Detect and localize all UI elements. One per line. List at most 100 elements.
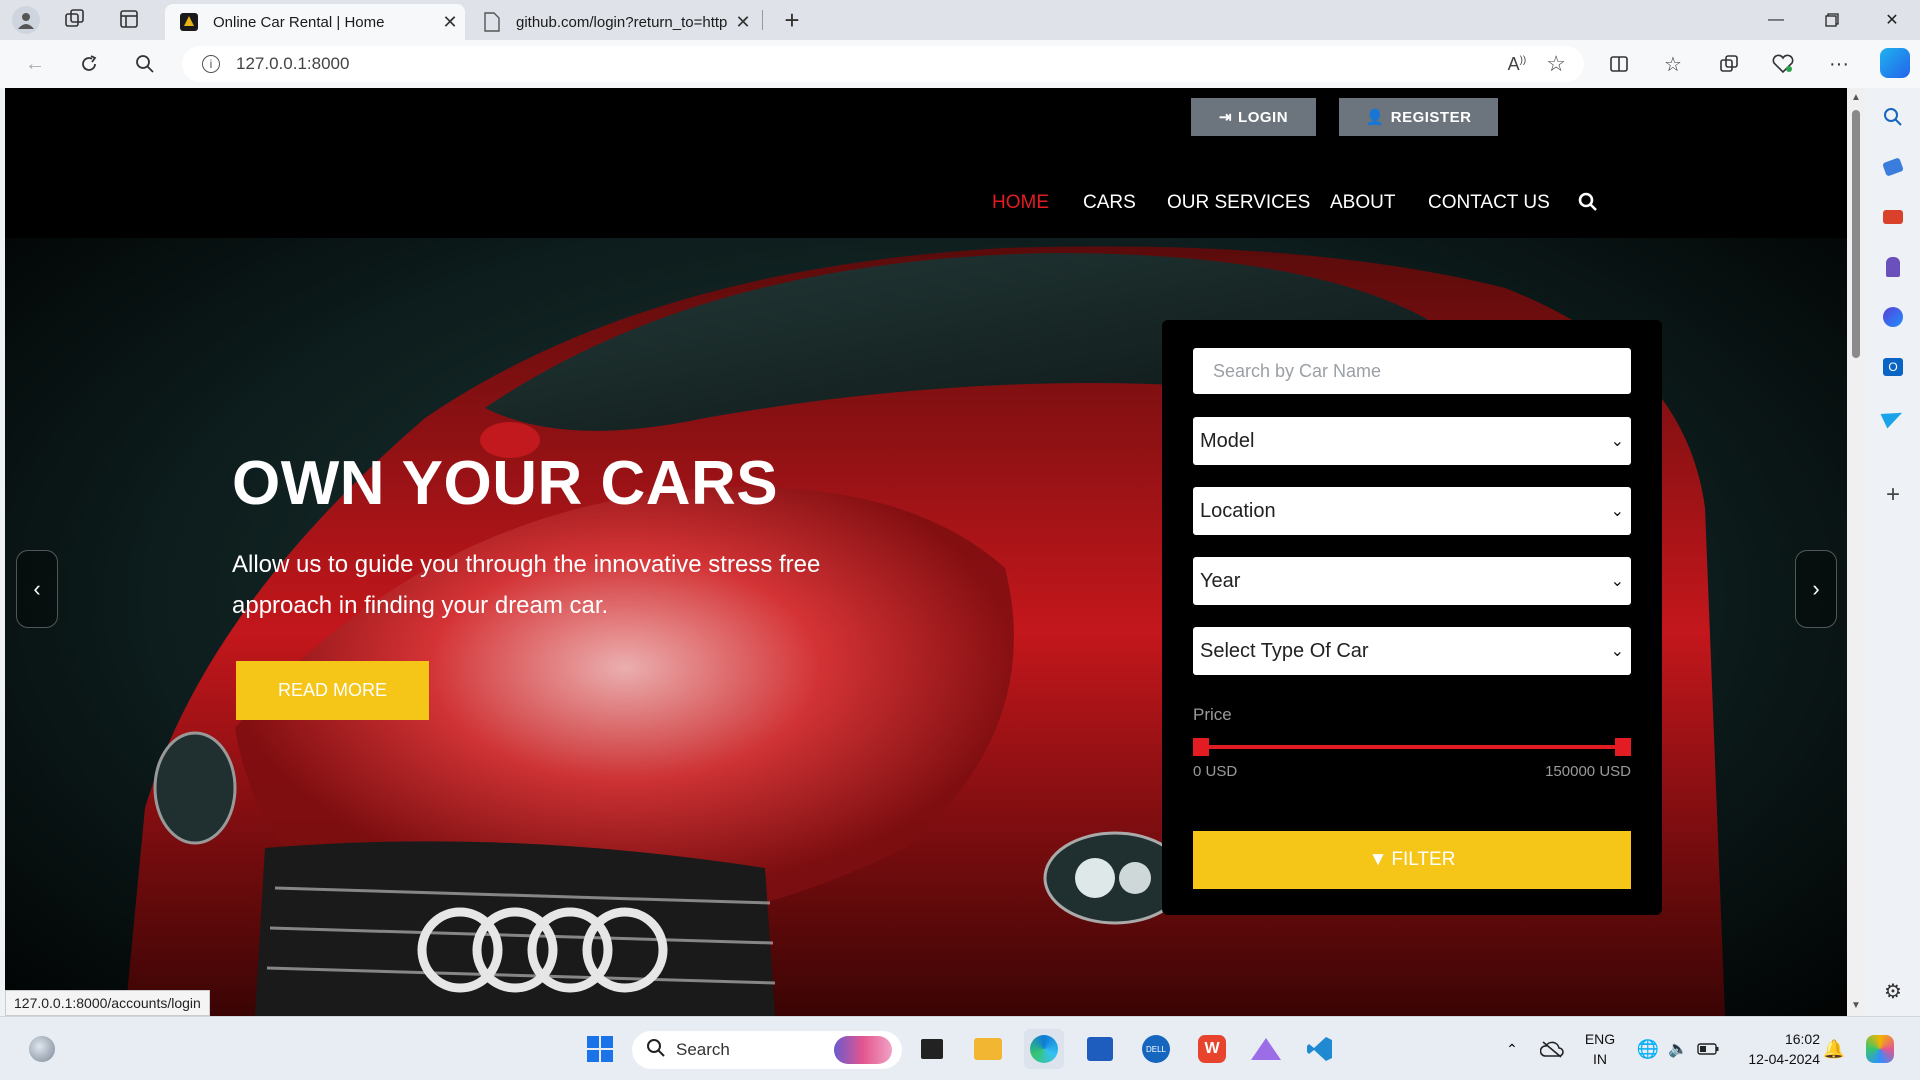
start-icon[interactable] xyxy=(580,1029,620,1069)
browser-toolbar: ← i 127.0.0.1:8000 A)) ☆ ☆ ··· xyxy=(0,40,1920,88)
read-aloud-icon[interactable]: A)) xyxy=(1508,54,1527,75)
wps-office-icon[interactable]: W xyxy=(1192,1029,1232,1069)
windows-taskbar: Search DELL W ⌃ ENG IN 🌐 🔈 16:02 12-04-2… xyxy=(0,1016,1920,1080)
hero-title: OWN YOUR CARS xyxy=(232,449,779,518)
notification-bell-icon[interactable]: 🔔 xyxy=(1814,1029,1854,1069)
tab-divider xyxy=(762,10,763,30)
register-button[interactable]: 👤 REGISTER xyxy=(1339,98,1498,136)
menu-cars[interactable]: CARS xyxy=(1083,192,1136,214)
scroll-thumb[interactable] xyxy=(1852,110,1860,358)
clock-date: 12-04-2024 xyxy=(1748,1051,1820,1067)
vscode-icon[interactable] xyxy=(1300,1029,1340,1069)
url-text: 127.0.0.1:8000 xyxy=(236,54,350,73)
minimize-icon[interactable]: — xyxy=(1748,0,1804,40)
search-icon[interactable] xyxy=(1578,192,1600,214)
login-icon: ⇥ xyxy=(1218,109,1233,126)
car-type-select[interactable]: Select Type Of Car ⌄ xyxy=(1193,627,1631,675)
filter-button[interactable]: ▼ FILTER xyxy=(1193,831,1631,889)
dell-icon[interactable]: DELL xyxy=(1136,1029,1176,1069)
carousel-next-button[interactable]: › xyxy=(1795,550,1837,628)
microsoft-365-icon[interactable] xyxy=(1880,304,1906,330)
language-indicator[interactable]: ENG IN xyxy=(1580,1031,1620,1067)
copilot-icon[interactable] xyxy=(1880,48,1910,78)
show-hidden-icons[interactable]: ⌃ xyxy=(1492,1029,1532,1069)
browser-tab-bar: Online Car Rental | Home ✕ github.com/lo… xyxy=(0,0,1920,40)
search-highlight-icon xyxy=(834,1036,892,1064)
chevron-down-icon: ⌄ xyxy=(1610,643,1624,660)
task-view-icon[interactable] xyxy=(912,1029,952,1069)
onedrive-offline-icon[interactable] xyxy=(1532,1029,1572,1069)
login-button[interactable]: ⇥ LOGIN xyxy=(1191,98,1316,136)
carousel-prev-button[interactable]: ‹ xyxy=(16,550,58,628)
scroll-up-icon[interactable]: ▲ xyxy=(1851,92,1861,103)
add-icon[interactable]: + xyxy=(1880,481,1906,508)
tab-github-login[interactable]: github.com/login?return_to=http ✕ xyxy=(468,4,758,40)
split-screen-icon[interactable] xyxy=(1602,48,1636,80)
menu-about[interactable]: ABOUT xyxy=(1330,192,1395,214)
price-max-handle[interactable] xyxy=(1615,738,1631,756)
edge-browser-icon[interactable] xyxy=(1024,1029,1064,1069)
chevron-down-icon: ⌄ xyxy=(1610,573,1624,590)
collections-icon[interactable] xyxy=(1712,48,1746,80)
search-icon[interactable] xyxy=(1880,104,1906,130)
tab-online-car-rental[interactable]: Online Car Rental | Home ✕ xyxy=(165,4,465,40)
menu-our-services[interactable]: OUR SERVICES xyxy=(1167,192,1310,214)
price-label: Price xyxy=(1193,705,1232,724)
price-min-handle[interactable] xyxy=(1193,738,1209,756)
favorites-icon[interactable]: ☆ xyxy=(1656,48,1690,80)
scroll-down-icon[interactable]: ▼ xyxy=(1851,1000,1861,1011)
tools-icon[interactable] xyxy=(1880,204,1906,230)
clock-time: 16:02 xyxy=(1784,1031,1820,1047)
tab-title: github.com/login?return_to=http xyxy=(516,13,728,31)
settings-gear-icon[interactable]: ⚙ xyxy=(1880,978,1906,1004)
more-options-icon[interactable]: ··· xyxy=(1822,48,1856,80)
close-tab-icon[interactable]: ✕ xyxy=(435,12,465,33)
funnel-icon: ▼ xyxy=(1368,849,1388,870)
taskbar-search-label: Search xyxy=(676,1040,730,1059)
back-icon[interactable]: ← xyxy=(18,48,52,80)
close-window-icon[interactable]: ✕ xyxy=(1864,0,1920,40)
restore-icon[interactable] xyxy=(1804,0,1860,40)
new-tab-icon[interactable]: + xyxy=(778,5,806,35)
clock[interactable]: 16:02 12-04-2024 xyxy=(1734,1031,1820,1067)
search-icon xyxy=(646,1038,666,1063)
tab-actions-icon[interactable] xyxy=(118,8,142,32)
price-max-value: 150000 USD xyxy=(1545,763,1631,780)
price-min-value: 0 USD xyxy=(1193,763,1238,780)
menu-contact-us[interactable]: CONTACT US xyxy=(1428,192,1550,214)
outlook-icon[interactable]: O xyxy=(1880,354,1906,380)
send-icon[interactable] xyxy=(1880,404,1906,430)
battery-icon[interactable] xyxy=(1688,1029,1728,1069)
file-explorer-icon[interactable] xyxy=(968,1029,1008,1069)
microsoft-store-icon[interactable] xyxy=(1080,1029,1120,1069)
car-filter-panel: Search by Car Name Model ⌄ Location ⌄ Year… xyxy=(1162,320,1662,915)
games-icon[interactable] xyxy=(1880,254,1906,280)
favorite-star-icon[interactable]: ☆ xyxy=(1546,51,1566,77)
browser-essentials-icon[interactable] xyxy=(1766,48,1800,80)
chevron-down-icon: ⌄ xyxy=(1610,503,1624,520)
site-info-icon[interactable]: i xyxy=(202,55,220,73)
address-bar[interactable]: i 127.0.0.1:8000 A)) ☆ xyxy=(182,46,1584,82)
web-page: ⇥ LOGIN 👤 REGISTER HOME CARS OUR SERVICE… xyxy=(5,88,1847,1016)
page-scrollbar[interactable]: ▲ ▼ xyxy=(1847,88,1865,1016)
profile-icon[interactable] xyxy=(12,6,40,34)
copilot-icon[interactable] xyxy=(1860,1029,1900,1069)
car-name-search-input[interactable]: Search by Car Name xyxy=(1193,348,1631,394)
menu-home[interactable]: HOME xyxy=(992,192,1049,214)
close-tab-icon[interactable]: ✕ xyxy=(728,12,758,33)
shopping-icon[interactable] xyxy=(1880,154,1906,180)
read-more-button[interactable]: READ MORE xyxy=(236,661,429,720)
page-icon xyxy=(482,12,502,32)
search-icon[interactable] xyxy=(128,48,162,80)
widgets-icon[interactable] xyxy=(22,1029,62,1069)
photos-icon[interactable] xyxy=(1246,1029,1286,1069)
year-select[interactable]: Year ⌄ xyxy=(1193,557,1631,605)
chevron-down-icon: ⌄ xyxy=(1610,433,1624,450)
workspaces-icon[interactable] xyxy=(64,8,88,32)
taskbar-search-box[interactable]: Search xyxy=(632,1031,902,1069)
site-favicon-icon xyxy=(179,12,199,32)
refresh-icon[interactable] xyxy=(72,48,106,80)
price-slider-track[interactable] xyxy=(1201,745,1621,749)
model-select[interactable]: Model ⌄ xyxy=(1193,417,1631,465)
location-select[interactable]: Location ⌄ xyxy=(1193,487,1631,535)
